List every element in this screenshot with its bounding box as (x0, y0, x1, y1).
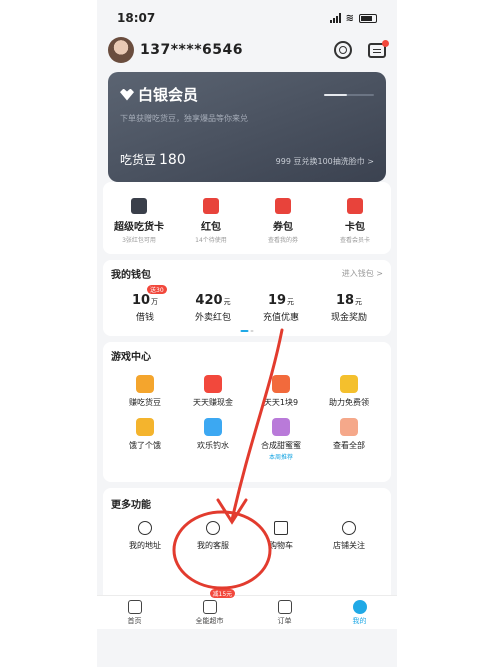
tab-home[interactable]: 首页 (97, 596, 172, 629)
wallet-item-recharge[interactable]: 19元 充值优惠 (247, 293, 315, 323)
supermarket-badge: 减15元 (209, 589, 236, 598)
feature-followed-stores[interactable]: 店铺关注 (315, 521, 383, 551)
quick-item-coupons[interactable]: 券包 查看我的券 (247, 198, 319, 254)
feature-my-address[interactable]: 我的地址 (111, 521, 179, 551)
game-item[interactable]: 助力免费领 (315, 375, 383, 408)
more-features: 更多功能 我的地址 我的客服 购物车 店铺关注 (103, 488, 391, 608)
status-icons: ≋ (329, 12, 377, 24)
home-icon (127, 600, 142, 614)
game-item[interactable]: 合成甜蜜蜜 本周推荐 (247, 418, 315, 461)
heart-icon (342, 521, 356, 535)
wifi-icon: ≋ (345, 12, 354, 24)
game-item[interactable]: 天天1块9 (247, 375, 315, 408)
feature-customer-service[interactable]: 我的客服 (179, 521, 247, 551)
wallet-item-loan[interactable]: 送30 10万 借钱 (111, 285, 179, 323)
headset-icon (206, 521, 220, 535)
more-features-title: 更多功能 (111, 500, 151, 511)
coin-bag-icon (136, 375, 154, 393)
tab-orders[interactable]: 订单 (247, 596, 322, 629)
message-icon[interactable] (368, 39, 389, 58)
order-icon (277, 600, 292, 614)
settings-gear-icon[interactable] (334, 41, 352, 59)
loan-badge: 送30 (147, 285, 167, 294)
location-icon (138, 521, 152, 535)
unread-dot (382, 39, 389, 47)
wallet-item-cash-reward[interactable]: 18元 现金奖励 (315, 293, 383, 323)
member-badge-icon (120, 88, 134, 101)
game-item[interactable]: 欢乐钓水 (179, 418, 247, 461)
game-item[interactable]: 天天赚现金 (179, 375, 247, 408)
game-center-title: 游戏中心 (111, 352, 151, 363)
red-packet-icon (203, 198, 219, 214)
cart-icon (274, 521, 288, 535)
tab-me[interactable]: 我的 (322, 596, 397, 629)
quick-item-cards[interactable]: 卡包 查看会员卡 (319, 198, 391, 254)
tab-supermarket[interactable]: 减15元 全能超市 (172, 589, 247, 629)
member-card-icon (131, 198, 147, 214)
battery-icon (359, 13, 377, 23)
card-wallet-icon (347, 198, 363, 214)
game-item[interactable]: 饿了个饿 (111, 418, 179, 461)
tab-bar: 首页 减15元 全能超市 订单 我的 (97, 589, 397, 629)
cash-envelope-icon (204, 375, 222, 393)
wallet-link[interactable]: 进入钱包 > (342, 268, 383, 279)
coupon-icon (275, 198, 291, 214)
status-time: 18:07 (117, 11, 156, 25)
game-item[interactable]: 赚吃货豆 (111, 375, 179, 408)
view-all-icon (340, 418, 358, 436)
dessert-icon (272, 418, 290, 436)
beans-balance: 吃货豆 180 (120, 152, 186, 168)
quick-item-super-card[interactable]: 超级吃货卡 3张红包可用 (103, 198, 175, 254)
membership-card[interactable]: 白银会员 下单获赠吃货豆，独享爆品等你来兑 吃货豆 180 999 豆兑换100抽… (108, 72, 386, 182)
supermarket-icon (202, 600, 217, 614)
status-bar: 18:07 ≋ (97, 0, 397, 36)
signal-icon (329, 13, 341, 23)
grab-icon (272, 375, 290, 393)
wallet-page-indicator (240, 330, 254, 332)
fishing-icon (204, 418, 222, 436)
quick-item-red-packet[interactable]: 红包 14个待使用 (175, 198, 247, 254)
beans-exchange-link[interactable]: 999 豆兑换100抽洗脸巾 > (276, 156, 374, 167)
feature-cart[interactable]: 购物车 (247, 521, 315, 551)
recommend-badge: 本周推荐 (268, 454, 293, 461)
phone-screen: 18:07 ≋ 137****6546 白银会员 下单获赠吃货豆，独享爆品等你来… (97, 0, 397, 667)
avatar[interactable] (108, 37, 134, 63)
me-icon (352, 600, 367, 614)
game-item[interactable]: 查看全部 (315, 418, 383, 461)
burger-icon (136, 418, 154, 436)
wallet-title: 我的钱包 (111, 270, 151, 281)
profile-header: 137****6546 (97, 36, 397, 64)
membership-subtitle: 下单获赠吃货豆，独享爆品等你来兑 (120, 114, 248, 123)
wallet-section: 我的钱包 进入钱包 > 送30 10万 借钱 420元 外卖红包 19元 充值优… (103, 260, 391, 336)
phone-number[interactable]: 137****6546 (140, 42, 243, 58)
membership-progress (324, 94, 374, 96)
game-center: 游戏中心 赚吃货豆 天天赚现金 天天1块9 助力免费领 饿了个饿 欢乐钓水 合成… (103, 342, 391, 482)
gift-icon (340, 375, 358, 393)
quick-actions: 超级吃货卡 3张红包可用 红包 14个待使用 券包 查看我的券 卡包 查看会员卡 (103, 182, 391, 254)
wallet-item-takeout-packets[interactable]: 420元 外卖红包 (179, 293, 247, 323)
